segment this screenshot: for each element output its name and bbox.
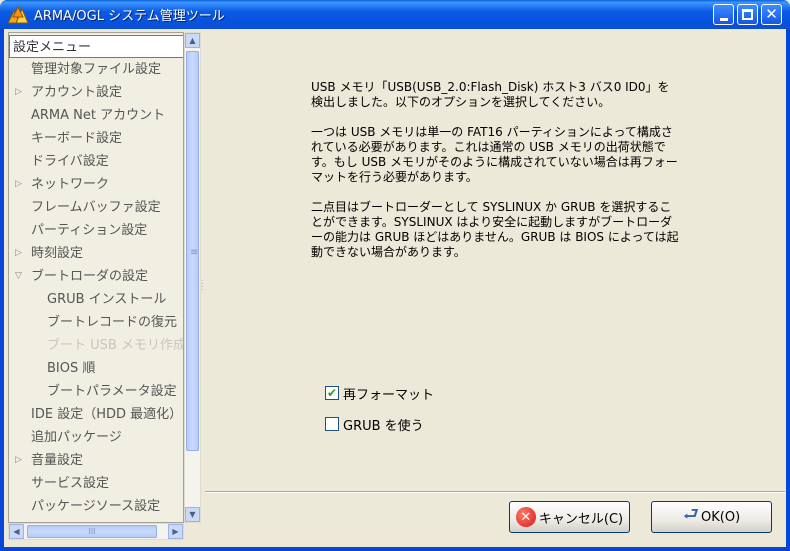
menu-item[interactable]: GRUB インストール [9,288,183,311]
reformat-option[interactable]: ✔ 再フォーマット [325,384,435,403]
menu-item-label: アカウント設定 [31,85,123,100]
menu-item[interactable]: ▷ ネットワーク [9,173,183,196]
menu-item-label: ブートパラメータ設定 [47,384,177,399]
settings-menu-tree[interactable]: 設定メニュー 管理対象ファイル設定 ▷ アカウント設定 ARMA Net アカウントキ… [8,32,184,523]
menu-item[interactable]: ブートパラメータ設定 [9,380,183,403]
expander-icon[interactable]: ▽ [15,265,22,288]
menu-item[interactable]: ▽ ブートローダの設定 [9,265,183,288]
menu-item-label: パッケージソース設定 [31,499,161,514]
menu-item-label: ブート USB メモリ作成 [47,338,184,353]
menu-item[interactable]: ドライバ設定 [9,150,183,173]
maximize-icon [742,9,753,20]
menu-item[interactable]: ▷ アカウント設定 [9,81,183,104]
menu-item-label: フレームバッファ設定 [31,200,161,215]
cancel-icon: ✕ [515,507,536,527]
use-grub-checkbox[interactable] [325,417,339,431]
cancel-label: キャンセル(C) [538,511,624,527]
hscroll-thumb[interactable]: III [27,525,157,538]
menu-item[interactable]: パーティション設定 [9,219,183,242]
expander-icon[interactable]: ▷ [15,449,22,472]
menu-item-label: IDE 設定（HDD 最適化） [31,407,183,422]
menu-item-label: BIOS 順 [47,361,96,376]
window-border-left [0,29,4,551]
menu-item[interactable]: ARMA Net アカウント [9,104,183,127]
menu-item[interactable]: 管理対象ファイル設定 [9,58,183,81]
enter-arrow-icon: ⮐ [682,504,700,525]
app-logo-icon [7,5,29,24]
use-grub-label: GRUB を使う [343,418,424,434]
expander-icon[interactable]: ▷ [15,173,22,196]
menu-item-label: ドライバ設定 [31,154,109,169]
menu-item-label: キーボード設定 [31,131,123,146]
window-border-bottom [0,547,790,551]
scroll-right-button[interactable]: ▶ [168,524,183,539]
use-grub-option[interactable]: GRUB を使う [325,415,424,434]
usb-boot-description: USB メモリ「USB(USB_2.0:Flash_Disk) ホスト3 バス0… [311,80,681,275]
close-icon: ✕ [765,5,778,23]
menu-item-label: パーティション設定 [31,223,148,238]
menu-item-label: 音量設定 [31,453,84,468]
menu-item[interactable]: IDE 設定（HDD 最適化） [9,403,183,426]
menu-item-label: GRUB インストール [47,292,167,307]
reformat-checkbox[interactable]: ✔ [325,386,339,400]
menu-item[interactable]: 追加パッケージ [9,426,183,449]
menu-item-label: 追加パッケージ [31,430,122,445]
menu-header[interactable]: 設定メニュー [9,35,183,58]
reformat-label: 再フォーマット [343,387,435,403]
menu-vertical-scrollbar[interactable]: ▲ ≡ ▼ [184,32,201,523]
menu-item-label: 管理対象ファイル設定 [31,62,162,77]
button-separator [205,491,785,493]
menu-item[interactable]: フレームバッファ設定 [9,196,183,219]
window-border-right [786,29,790,551]
ok-button[interactable]: ⮐ OK(O) [651,501,772,533]
expander-icon[interactable]: ▷ [15,81,22,104]
close-button[interactable]: ✕ [761,4,782,25]
maximize-button[interactable] [737,4,758,25]
menu-item-label: ブートレコードの復元 [47,315,178,330]
menu-item[interactable]: キーボード設定 [9,127,183,150]
window-title: ARMA/OGL システム管理ツール [34,9,225,24]
grip-icon: ≡ [190,247,199,258]
menu-item[interactable]: ▷ 音量設定 [9,449,183,472]
menu-item-label: ネットワーク [31,177,110,192]
menu-item[interactable]: パッケージソース設定 [9,495,183,518]
menu-item[interactable]: ▷ 時刻設定 [9,242,183,265]
description-paragraph: 二点目はブートローダーとして SYSLINUX か GRUB を選択することがで… [311,200,679,259]
menu-item[interactable]: サービス設定 [9,472,183,495]
menu-item-label: 時刻設定 [31,246,84,261]
menu-item-label: ブートローダの設定 [31,269,149,284]
minimize-icon [719,17,728,21]
menu-item[interactable]: BIOS 順 [9,357,183,380]
menu-item-label: ARMA Net アカウント [31,108,166,123]
description-paragraph: USB メモリ「USB(USB_2.0:Flash_Disk) ホスト3 バス0… [311,80,670,109]
menu-item[interactable]: ブートレコードの復元 [9,311,183,334]
cancel-button[interactable]: ✕ キャンセル(C) [509,501,630,533]
scroll-up-button[interactable]: ▲ [185,33,200,48]
menu-item[interactable]: ブート USB メモリ作成 [9,334,184,357]
scroll-thumb[interactable]: ≡ [186,51,199,451]
scroll-down-button[interactable]: ▼ [185,507,200,522]
minimize-button[interactable] [713,4,734,25]
expander-icon[interactable]: ▷ [15,242,22,265]
menu-horizontal-scrollbar[interactable]: ◀ III ▶ [8,523,184,540]
scroll-left-button[interactable]: ◀ [9,524,24,539]
checkmark-icon: ✔ [326,386,338,400]
title-bar[interactable]: ARMA/OGL システム管理ツール ✕ [0,0,790,29]
panel-splitter[interactable]: · · · · [201,278,203,294]
ok-label: OK(O) [701,509,741,525]
description-paragraph: 一つは USB メモリは単一の FAT16 パーティションによって構成されている… [311,125,678,184]
menu-item-label: サービス設定 [31,476,110,491]
